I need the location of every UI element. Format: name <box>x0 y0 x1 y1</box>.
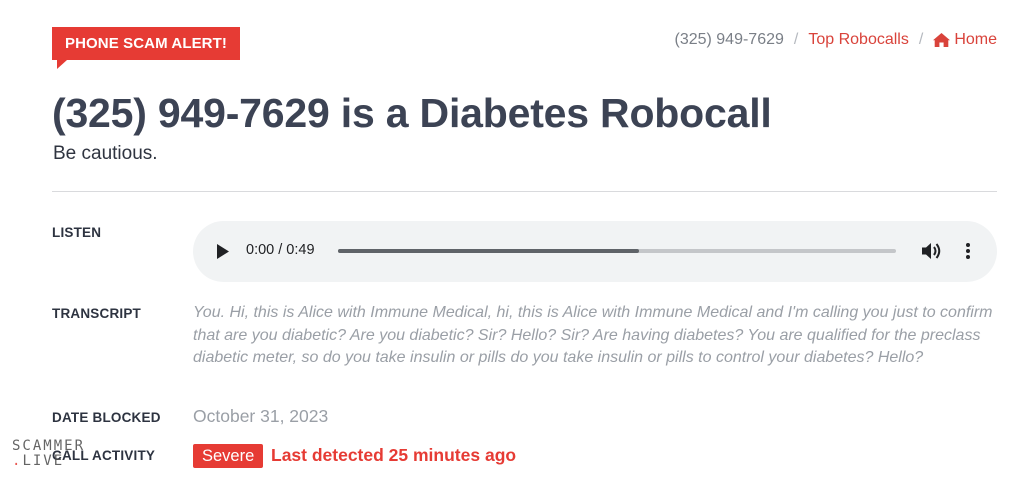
transcript-text: You. Hi, this is Alice with Immune Medic… <box>193 304 993 366</box>
play-icon[interactable] <box>216 243 230 260</box>
breadcrumb-current: (325) 949-7629 <box>674 31 784 48</box>
date-blocked-value: October 31, 2023 <box>193 406 329 426</box>
page-title-text: is a Diabetes Robocall <box>329 90 772 136</box>
breadcrumb-top-robocalls-link[interactable]: Top Robocalls <box>808 31 909 49</box>
breadcrumb-home-link[interactable]: Home <box>933 31 997 49</box>
page-title-number: (325) 949-7629 <box>52 90 330 136</box>
breadcrumb-home-label: Home <box>954 31 997 48</box>
audio-player[interactable]: 0:00 / 0:49 <box>193 221 997 282</box>
last-detected-text: Last detected 25 minutes ago <box>271 445 517 465</box>
transcript-label: TRANSCRIPT <box>52 306 141 321</box>
watermark-dot: . <box>12 453 23 469</box>
listen-label: LISTEN <box>52 225 102 240</box>
scammer-live-watermark: SCAMMER .LIVE <box>12 439 85 469</box>
phone-scam-alert-badge: PHONE SCAM ALERT! <box>52 27 240 69</box>
severity-badge: Severe <box>193 444 264 468</box>
watermark-live: LIVE <box>22 453 65 469</box>
breadcrumb-separator: / <box>793 31 799 48</box>
page-subtitle: Be cautious. <box>53 143 158 164</box>
date-blocked-label: DATE BLOCKED <box>52 410 161 425</box>
divider <box>52 191 997 192</box>
watermark-line2: .LIVE <box>12 454 85 469</box>
breadcrumb-separator: / <box>918 31 924 48</box>
volume-icon[interactable] <box>921 241 943 261</box>
home-icon <box>933 33 951 47</box>
audio-progress-track[interactable] <box>338 249 896 253</box>
breadcrumb: (325) 949-7629 / Top Robocalls / Home <box>674 31 997 49</box>
watermark-line1: SCAMMER <box>12 438 86 454</box>
page-title: (325) 949-7629 is a Diabetes Robocall <box>52 90 772 137</box>
audio-time: 0:00 / 0:49 <box>246 242 315 258</box>
more-vert-icon[interactable] <box>963 241 973 261</box>
audio-progress-fill <box>338 249 640 253</box>
